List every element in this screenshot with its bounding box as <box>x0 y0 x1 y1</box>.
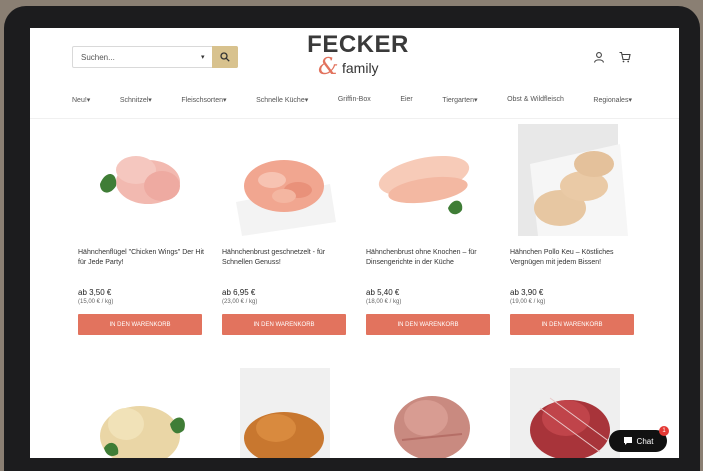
laptop-frame: ▾ FECKER & family <box>4 6 700 471</box>
search-input[interactable] <box>73 47 211 67</box>
add-to-cart-button[interactable]: IN DEN WARENKORB <box>510 314 634 335</box>
brand-logo[interactable]: FECKER & family <box>298 31 418 81</box>
search-button[interactable] <box>212 46 238 68</box>
nav-item-eier[interactable]: Eier <box>400 96 412 112</box>
product-unit-price: (18,00 € / kg) <box>366 299 402 305</box>
nav-item-neu[interactable]: Neu!▾ <box>72 96 90 112</box>
nav-divider <box>30 118 679 119</box>
add-to-cart-button[interactable]: IN DEN WARENKORB <box>222 314 346 335</box>
logo-sub-text: family <box>342 60 379 76</box>
search-bar: ▾ <box>72 46 238 68</box>
browser-screen: ▾ FECKER & family <box>30 28 679 458</box>
product-unit-price: (23,00 € / kg) <box>222 299 258 305</box>
product-name[interactable]: Hähnchen Pollo Keu – Köstliches Vergnüge… <box>510 248 636 288</box>
product-price: ab 3,90 € <box>510 288 544 297</box>
product-card: Hähnchenflügel "Chicken Wings" Der Hit f… <box>78 124 204 335</box>
add-to-cart-button[interactable]: IN DEN WARENKORB <box>366 314 490 335</box>
add-to-cart-button[interactable]: IN DEN WARENKORB <box>78 314 202 335</box>
nav-item-griffin-box[interactable]: Griffin-Box <box>338 96 371 112</box>
logo-main-text: FECKER <box>307 31 409 58</box>
product-price: ab 6,95 € <box>222 288 256 297</box>
product-card: Hähnchenbrust ohne Knochen – für Dinseng… <box>366 124 492 335</box>
nav-item-schnelle-kueche[interactable]: Schnelle Küche▾ <box>256 96 308 112</box>
main-nav: Neu!▾ Schnitzel▾ Fleischsorten▾ Schnelle… <box>72 96 632 112</box>
product-image[interactable] <box>366 368 492 458</box>
product-image[interactable] <box>510 124 636 236</box>
search-icon <box>220 52 230 62</box>
chat-notification-badge: 1 <box>659 426 669 436</box>
product-card: Hähnchen Pollo Keu – Köstliches Vergnüge… <box>510 124 636 335</box>
product-unit-price: (15,00 € / kg) <box>78 299 114 305</box>
chat-label: Chat <box>636 436 654 446</box>
chat-bubble-icon <box>623 437 632 445</box>
product-price: ab 5,40 € <box>366 288 400 297</box>
account-icon[interactable] <box>593 50 605 63</box>
header-icons <box>593 50 631 63</box>
nav-item-schnitzel[interactable]: Schnitzel▾ <box>120 96 152 112</box>
product-name[interactable]: Hähnchenbrust ohne Knochen – für Dinseng… <box>366 248 492 288</box>
product-image[interactable] <box>78 368 204 458</box>
product-price: ab 3,50 € <box>78 288 112 297</box>
search-caret-icon: ▾ <box>201 54 205 61</box>
nav-item-regionales[interactable]: Regionales▾ <box>593 96 632 112</box>
logo-ampersand: & <box>318 54 339 80</box>
product-unit-price: (19,00 € / kg) <box>510 299 546 305</box>
product-name[interactable]: Hähnchenbrust geschnetzelt - für Schnell… <box>222 248 348 288</box>
product-card: Hähnchenbrust geschnetzelt - für Schnell… <box>222 124 348 335</box>
site-header: ▾ FECKER & family <box>30 28 679 90</box>
product-image[interactable] <box>222 368 348 458</box>
product-image[interactable] <box>366 124 492 236</box>
cart-icon[interactable] <box>619 50 631 63</box>
product-image[interactable] <box>78 124 204 236</box>
chat-button[interactable]: Chat 1 <box>609 426 669 452</box>
nav-item-obst-wildfleisch[interactable]: Obst & Wildfleisch <box>507 96 564 112</box>
nav-item-tiergarten[interactable]: Tiergarten▾ <box>442 96 477 112</box>
product-name[interactable]: Hähnchenflügel "Chicken Wings" Der Hit f… <box>78 248 204 288</box>
nav-item-fleischsorten[interactable]: Fleischsorten▾ <box>181 96 226 112</box>
product-image[interactable] <box>222 124 348 236</box>
